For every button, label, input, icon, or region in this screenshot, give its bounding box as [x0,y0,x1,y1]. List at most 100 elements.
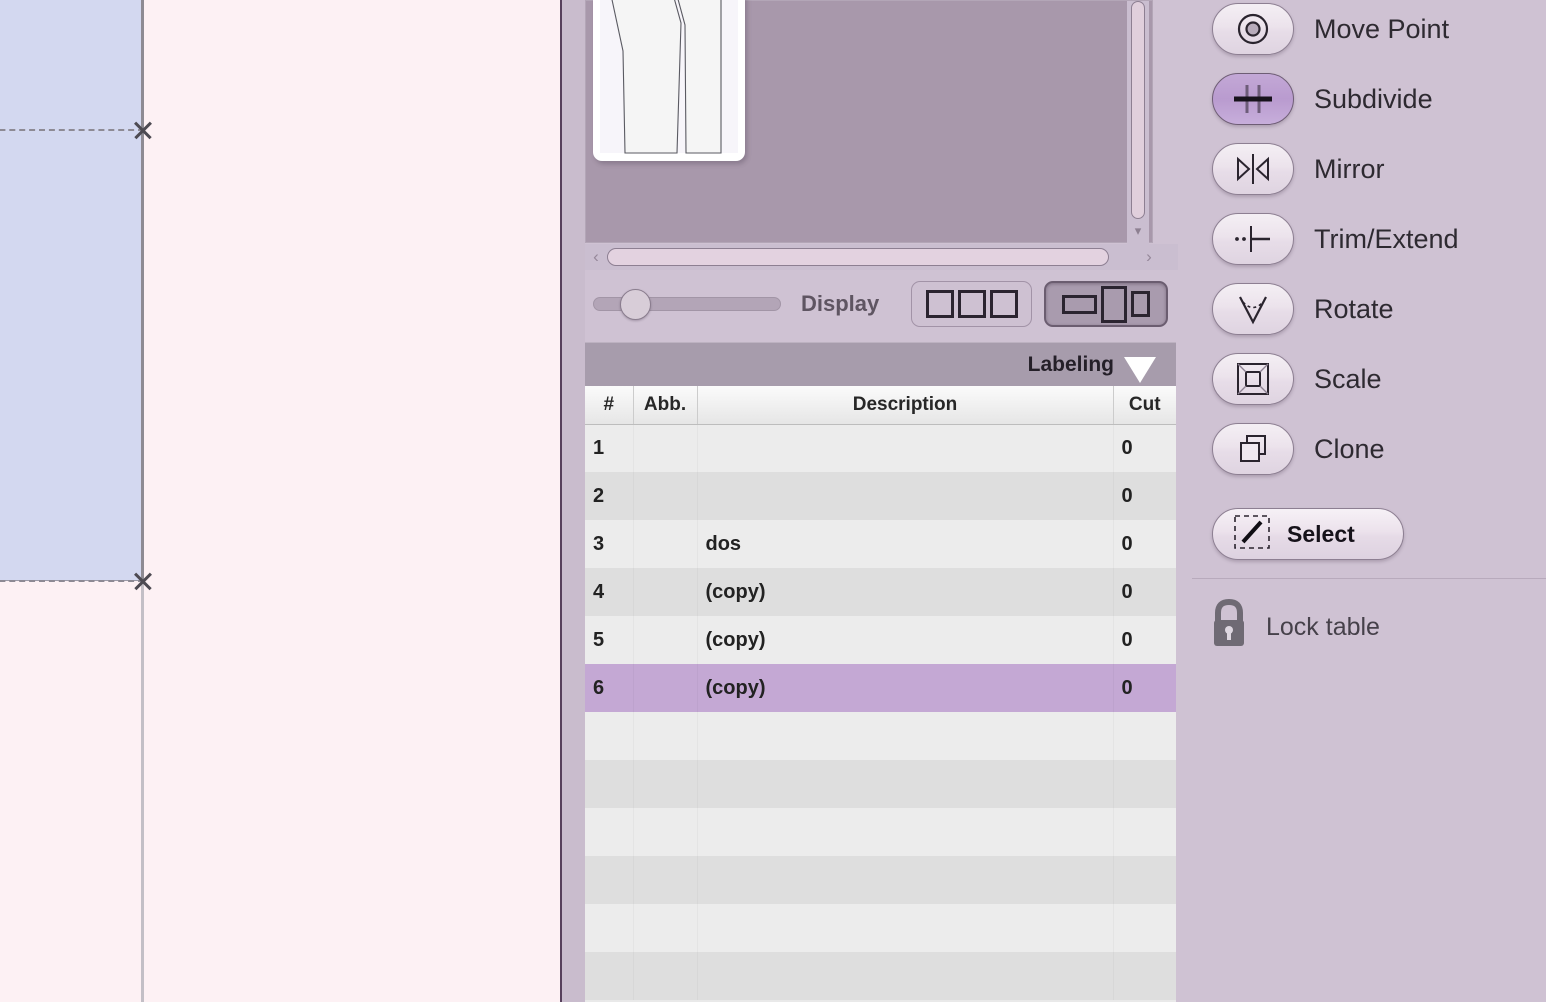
tool-scale[interactable]: Scale [1212,350,1532,408]
tool-move-point[interactable]: Move Point [1212,0,1532,58]
cell-number[interactable]: 1 [585,424,633,472]
table-row[interactable]: 10 [585,424,1176,472]
scrollbar-thumb[interactable] [1131,1,1145,219]
table-row[interactable] [585,856,1176,904]
tool-label: Trim/Extend [1314,223,1459,254]
zoom-slider[interactable] [593,289,781,320]
cell-number[interactable]: 3 [585,520,633,568]
table-row[interactable]: 4 (copy) 0 [585,568,1176,616]
pattern-pieces-table[interactable]: # Abb. Description Cut 1 0 2 0 3 dos 0 4 (copy) 0… [585,386,1176,1002]
column-header-number[interactable]: # [585,386,634,425]
x-marker-icon[interactable] [132,570,154,592]
table-row[interactable] [585,808,1176,856]
cell-number[interactable]: 4 [585,568,633,616]
cell-cut[interactable] [1113,952,1176,1000]
tool-rotate[interactable]: Rotate [1212,280,1532,338]
cell-cut[interactable] [1113,808,1176,856]
cell-cut[interactable] [1113,712,1176,760]
tool-subdivide[interactable]: Subdivide [1212,70,1532,128]
table-row[interactable]: 3 dos 0 [585,520,1176,568]
column-header-abbreviation[interactable]: Abb. [633,386,698,425]
cell-abbreviation[interactable] [633,712,697,760]
clone-squares-icon [1212,423,1294,475]
cell-number[interactable] [585,808,633,856]
cell-cut[interactable] [1113,856,1176,904]
chevron-down-icon[interactable]: ▾ [1131,224,1145,239]
cell-description[interactable] [697,424,1113,472]
scroll-right-icon[interactable]: › [1140,247,1158,267]
cell-abbreviation[interactable] [633,856,697,904]
tool-label: Scale [1314,363,1382,394]
tool-trim-extend[interactable]: Trim/Extend [1212,210,1532,268]
selection-rectangle[interactable] [0,0,143,581]
cell-number[interactable] [585,952,633,1000]
cell-number[interactable] [585,856,633,904]
cell-description[interactable]: (copy) [697,664,1113,712]
cell-number[interactable] [585,904,633,952]
cell-abbreviation[interactable] [633,520,697,568]
cell-abbreviation[interactable] [633,472,697,520]
cell-number[interactable]: 5 [585,616,633,664]
preview-horizontal-scrollbar[interactable]: ‹ › [585,244,1178,270]
table-row[interactable] [585,952,1176,1000]
cell-abbreviation[interactable] [633,568,697,616]
cell-cut[interactable] [1113,760,1176,808]
lock-table-control[interactable]: Lock table [1192,582,1546,672]
cell-cut[interactable] [1113,904,1176,952]
cell-number[interactable] [585,760,633,808]
cell-description[interactable] [697,904,1113,952]
cell-description[interactable] [697,856,1113,904]
cell-cut[interactable]: 0 [1113,568,1176,616]
cell-abbreviation[interactable] [633,424,697,472]
labeling-section-header[interactable]: Labeling [585,342,1176,386]
plus-cross-icon [1212,73,1294,125]
table-row[interactable]: 5 (copy) 0 [585,616,1176,664]
view-mode-equal-columns-button[interactable] [911,281,1032,327]
cell-description[interactable] [697,760,1113,808]
cell-cut[interactable]: 0 [1113,424,1176,472]
cell-description[interactable]: (copy) [697,568,1113,616]
panel-divider[interactable] [560,0,585,1002]
table-row[interactable]: 6 (copy) 0 [585,664,1176,712]
cell-cut[interactable]: 0 [1113,664,1176,712]
triangle-down-icon[interactable] [1124,357,1156,383]
table-row[interactable]: 20 [585,472,1176,520]
cell-abbreviation[interactable] [633,904,697,952]
scrollbar-thumb[interactable] [607,248,1109,266]
cell-description[interactable] [697,808,1113,856]
cell-abbreviation[interactable] [633,760,697,808]
cell-number[interactable]: 2 [585,472,633,520]
cell-description[interactable] [697,712,1113,760]
cell-cut[interactable]: 0 [1113,616,1176,664]
pattern-canvas[interactable] [0,0,560,1002]
cell-description[interactable] [697,952,1113,1000]
tool-clone[interactable]: Clone [1212,420,1532,478]
column-header-cut[interactable]: Cut [1113,386,1176,425]
cell-description[interactable]: (copy) [697,616,1113,664]
cell-number[interactable]: 6 [585,664,633,712]
cell-number[interactable] [585,712,633,760]
column-header-description[interactable]: Description [697,386,1114,425]
cell-description[interactable]: dos [697,520,1113,568]
cell-cut[interactable]: 0 [1113,472,1176,520]
layout-preview-pane[interactable]: ▾ ‹ › [585,0,1178,272]
slider-handle[interactable] [620,289,651,320]
preview-vertical-scrollbar[interactable]: ▾ [1127,1,1149,244]
cell-description[interactable] [697,472,1113,520]
cell-cut[interactable]: 0 [1113,520,1176,568]
table-row[interactable] [585,760,1176,808]
table-row[interactable] [585,712,1176,760]
scroll-left-icon[interactable]: ‹ [587,247,605,267]
cell-abbreviation[interactable] [633,664,697,712]
layout-preview-surface[interactable]: ▾ [585,0,1153,244]
cell-abbreviation[interactable] [633,952,697,1000]
cell-abbreviation[interactable] [633,616,697,664]
column-glyph [989,290,1018,318]
x-marker-icon[interactable] [132,119,154,141]
select-button[interactable]: Select [1212,508,1404,560]
view-mode-mixed-columns-button[interactable] [1044,281,1168,327]
pattern-sheet-card[interactable] [593,0,745,161]
table-row[interactable] [585,904,1176,952]
tool-mirror[interactable]: Mirror [1212,140,1532,198]
cell-abbreviation[interactable] [633,808,697,856]
